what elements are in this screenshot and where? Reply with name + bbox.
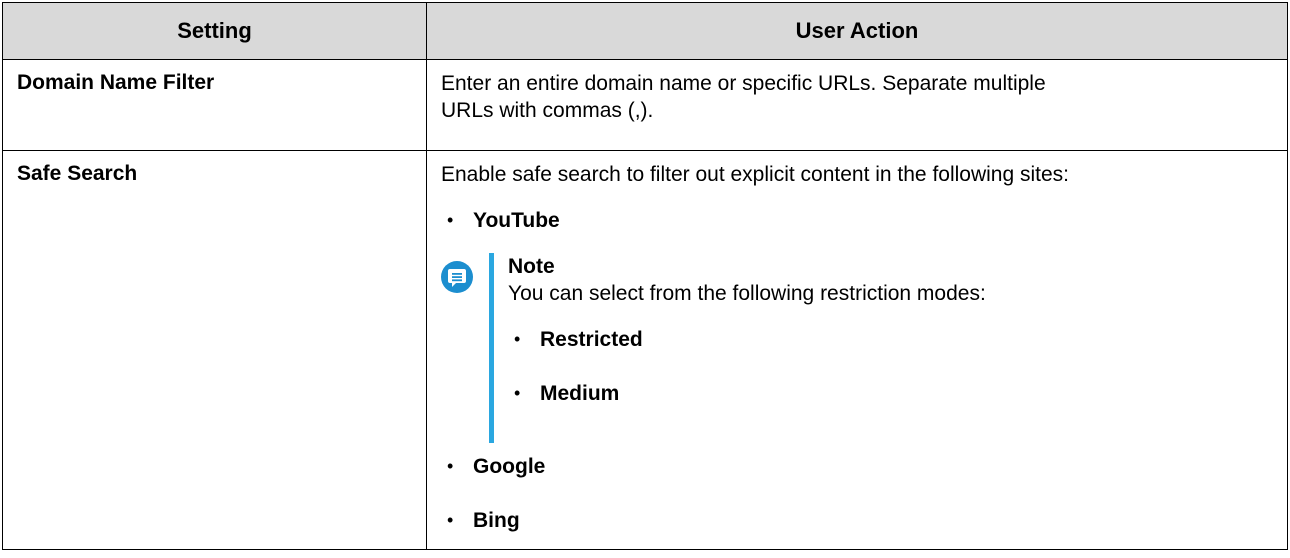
settings-table: Setting User Action Domain Name Filter E… <box>2 2 1288 550</box>
site-name-youtube: YouTube <box>473 209 560 232</box>
table-row: Safe Search Enable safe search to filter… <box>2 150 1288 550</box>
action-text-line: URLs with commas (,). <box>441 99 654 122</box>
action-text-line: Enter an entire domain name or specific … <box>441 72 1046 95</box>
action-safe-search: Enable safe search to filter out explici… <box>426 150 1288 550</box>
note-title: Note <box>508 255 555 278</box>
safe-search-intro: Enable safe search to filter out explici… <box>441 163 1070 186</box>
note-accent-bar <box>489 253 494 443</box>
site-name-bing: Bing <box>473 509 520 532</box>
list-item: • Bing <box>441 507 1275 534</box>
bullet-icon: • <box>514 383 521 403</box>
list-item: • YouTube <box>441 207 1275 234</box>
note-speech-bubble-icon <box>441 261 473 293</box>
setting-safe-search: Safe Search <box>2 150 427 550</box>
list-item: • Restricted <box>508 326 1275 353</box>
site-list: • YouTube <box>441 207 1275 234</box>
note-body: Note You can select from the following r… <box>508 253 1275 443</box>
note-icon-wrap <box>441 253 477 443</box>
bullet-icon: • <box>447 510 454 530</box>
note-text: You can select from the following restri… <box>508 282 986 305</box>
bullet-icon: • <box>514 329 521 349</box>
restriction-mode-list: • Restricted • Medium <box>508 326 1275 407</box>
list-item: • Google <box>441 453 1275 480</box>
mode-medium: Medium <box>540 382 620 405</box>
header-setting: Setting <box>2 2 427 60</box>
setting-domain-name-filter: Domain Name Filter <box>2 59 427 151</box>
site-list: • Google • Bing <box>441 453 1275 534</box>
bullet-icon: • <box>447 456 454 476</box>
list-item: • Medium <box>508 380 1275 407</box>
table-header-row: Setting User Action <box>2 2 1288 60</box>
mode-restricted: Restricted <box>540 328 643 351</box>
bullet-icon: • <box>447 210 454 230</box>
note-block: Note You can select from the following r… <box>441 253 1275 443</box>
action-domain-name-filter: Enter an entire domain name or specific … <box>426 59 1288 151</box>
site-name-google: Google <box>473 455 546 478</box>
table-row: Domain Name Filter Enter an entire domai… <box>2 59 1288 151</box>
header-user-action: User Action <box>426 2 1288 60</box>
